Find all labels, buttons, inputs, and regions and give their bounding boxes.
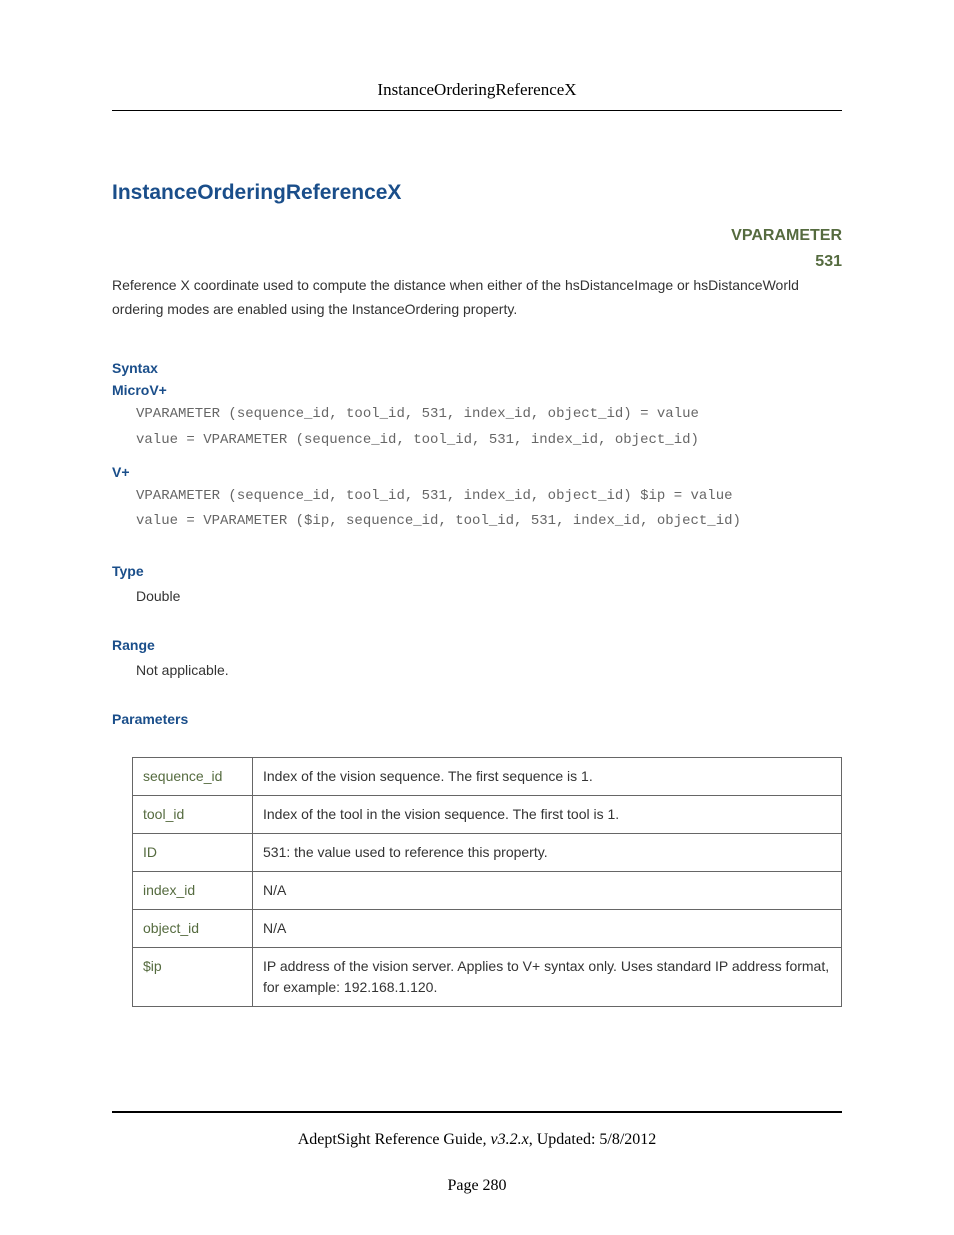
table-row: object_idN/A	[133, 909, 842, 947]
microv-code: VPARAMETER (sequence_id, tool_id, 531, i…	[136, 402, 842, 454]
page-number: Page 280	[112, 1177, 842, 1195]
param-name-cell: ID	[133, 833, 253, 871]
param-desc-cell: Index of the tool in the vision sequence…	[253, 795, 842, 833]
main-title: InstanceOrderingReferenceX	[112, 181, 401, 205]
vparameter-number: 531	[112, 249, 842, 275]
type-value: Double	[136, 585, 842, 609]
description-text: Reference X coordinate used to compute t…	[112, 274, 842, 322]
param-name-cell: index_id	[133, 871, 253, 909]
footer-guide: AdeptSight Reference Guide	[298, 1131, 483, 1148]
param-name-cell: $ip	[133, 947, 253, 1006]
title-row: InstanceOrderingReferenceX	[112, 181, 842, 205]
footer-version: , v3.2.x	[483, 1131, 529, 1148]
table-row: tool_idIndex of the tool in the vision s…	[133, 795, 842, 833]
param-desc-cell: N/A	[253, 871, 842, 909]
page-header: InstanceOrderingReferenceX	[112, 80, 842, 111]
type-heading: Type	[112, 563, 842, 579]
vparameter-block: VPARAMETER 531	[112, 223, 842, 274]
param-desc-cell: 531: the value used to reference this pr…	[253, 833, 842, 871]
table-row: index_idN/A	[133, 871, 842, 909]
param-name-cell: sequence_id	[133, 757, 253, 795]
footer-updated: , Updated: 5/8/2012	[529, 1131, 657, 1148]
range-value: Not applicable.	[136, 659, 842, 683]
microv-heading: MicroV+	[112, 382, 842, 398]
param-name-cell: object_id	[133, 909, 253, 947]
parameters-table: sequence_idIndex of the vision sequence.…	[132, 757, 842, 1007]
page-container: InstanceOrderingReferenceX InstanceOrder…	[0, 0, 954, 1235]
table-row: $ipIP address of the vision server. Appl…	[133, 947, 842, 1006]
param-desc-cell: Index of the vision sequence. The first …	[253, 757, 842, 795]
param-desc-cell: N/A	[253, 909, 842, 947]
vparameter-label: VPARAMETER	[112, 223, 842, 249]
param-desc-cell: IP address of the vision server. Applies…	[253, 947, 842, 1006]
vplus-heading: V+	[112, 464, 842, 480]
table-row: ID531: the value used to reference this …	[133, 833, 842, 871]
range-heading: Range	[112, 637, 842, 653]
param-name-cell: tool_id	[133, 795, 253, 833]
parameters-heading: Parameters	[112, 711, 842, 727]
syntax-heading: Syntax	[112, 360, 842, 376]
header-title: InstanceOrderingReferenceX	[377, 80, 576, 99]
footer-text: AdeptSight Reference Guide, v3.2.x, Upda…	[112, 1111, 842, 1149]
page-footer: AdeptSight Reference Guide, v3.2.x, Upda…	[112, 1111, 842, 1195]
vplus-code: VPARAMETER (sequence_id, tool_id, 531, i…	[136, 484, 842, 536]
table-row: sequence_idIndex of the vision sequence.…	[133, 757, 842, 795]
